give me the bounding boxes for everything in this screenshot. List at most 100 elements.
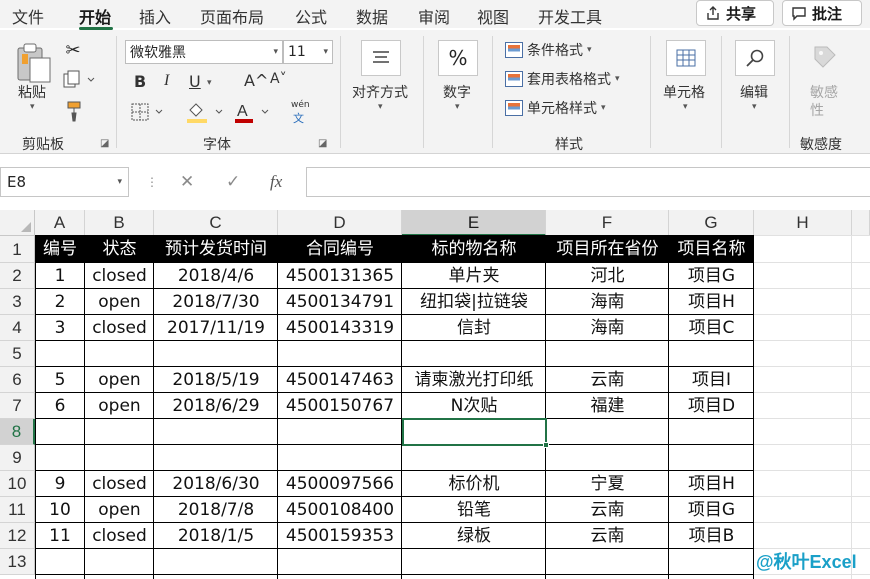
table-cell[interactable]: open [85, 289, 154, 315]
column-header-h[interactable]: H [754, 210, 852, 236]
table-cell[interactable] [35, 549, 85, 575]
table-cell[interactable]: 1 [35, 263, 85, 289]
table-cell[interactable] [546, 341, 669, 367]
table-cell[interactable]: 4500097566 [278, 471, 402, 497]
header-cell[interactable]: 项目所在省份 [546, 236, 669, 263]
table-cell[interactable]: 项目C [669, 315, 754, 341]
table-cell[interactable]: 标价机 [402, 471, 546, 497]
table-cell[interactable]: 6 [35, 393, 85, 419]
table-cell[interactable]: closed [85, 523, 154, 549]
table-cell[interactable]: 单片夹 [402, 263, 546, 289]
table-cell[interactable]: 4500134791 [278, 289, 402, 315]
table-cell[interactable]: 3 [35, 315, 85, 341]
editing-dropdown-icon[interactable]: ▾ [752, 102, 757, 112]
table-cell[interactable]: 2 [35, 289, 85, 315]
column-header-b[interactable]: B [85, 210, 154, 236]
table-cell[interactable] [669, 341, 754, 367]
comments-button[interactable]: 批注 [782, 0, 862, 26]
table-cell[interactable]: 2018/7/30 [154, 289, 278, 315]
table-cell[interactable]: open [85, 393, 154, 419]
format-painter-icon[interactable] [62, 100, 84, 122]
table-cell[interactable]: 海南 [546, 315, 669, 341]
column-header-g[interactable]: G [669, 210, 754, 236]
bold-button[interactable]: B [134, 72, 146, 91]
header-cell[interactable]: 状态 [85, 236, 154, 263]
table-cell[interactable] [154, 341, 278, 367]
table-cell[interactable] [278, 341, 402, 367]
table-cell[interactable]: 宁夏 [546, 471, 669, 497]
name-box[interactable]: E8 ▾ [0, 167, 129, 197]
fill-color-icon[interactable] [184, 100, 228, 124]
table-cell[interactable] [35, 341, 85, 367]
clipboard-launcher-icon[interactable]: ◪ [100, 138, 109, 149]
table-cell[interactable]: 铅笔 [402, 497, 546, 523]
table-cell[interactable]: 纽扣袋|拉链袋 [402, 289, 546, 315]
table-cell[interactable]: 10 [35, 497, 85, 523]
table-cell[interactable]: 2018/5/19 [154, 367, 278, 393]
cells-icon[interactable] [666, 40, 706, 76]
table-cell[interactable]: 2018/6/29 [154, 393, 278, 419]
table-cell[interactable]: 云南 [546, 523, 669, 549]
table-cell[interactable]: 2018/4/6 [154, 263, 278, 289]
table-cell[interactable] [669, 419, 754, 445]
cell-styles-button[interactable]: 单元格样式 ▾ [505, 98, 606, 118]
table-cell[interactable]: closed [85, 263, 154, 289]
row-header-1[interactable]: 1 [0, 236, 35, 263]
cells-label[interactable]: 单元格 [663, 82, 705, 102]
cancel-icon[interactable]: ✕ [180, 172, 194, 192]
tab-page-layout[interactable]: 页面布局 [200, 4, 264, 28]
alignment-dropdown-icon[interactable]: ▾ [378, 102, 383, 112]
table-cell[interactable] [85, 549, 154, 575]
table-cell[interactable]: 云南 [546, 497, 669, 523]
table-cell[interactable]: 项目G [669, 263, 754, 289]
table-cell[interactable]: 项目G [669, 497, 754, 523]
cells-dropdown-icon[interactable]: ▾ [683, 102, 688, 112]
table-cell[interactable]: 云南 [546, 367, 669, 393]
table-cell[interactable]: 请柬激光打印纸 [402, 367, 546, 393]
table-cell[interactable] [546, 549, 669, 575]
tab-home[interactable]: 开始 [79, 4, 111, 28]
table-cell[interactable]: N次贴 [402, 393, 546, 419]
number-dropdown-icon[interactable]: ▾ [455, 102, 460, 112]
column-header-d[interactable]: D [278, 210, 402, 236]
table-cell[interactable]: closed [85, 471, 154, 497]
row-header-5[interactable]: 5 [0, 341, 35, 367]
font-name-select[interactable]: 微软雅黑 ▾ [125, 40, 283, 64]
table-cell[interactable]: 5 [35, 367, 85, 393]
conditional-formatting-button[interactable]: 条件格式 ▾ [505, 40, 592, 60]
row-header-2[interactable]: 2 [0, 263, 35, 289]
alignment-icon[interactable] [361, 40, 401, 76]
row-header-9[interactable]: 9 [0, 445, 35, 471]
font-size-select[interactable]: 11 ▾ [283, 40, 333, 64]
editing-label[interactable]: 编辑 [740, 82, 768, 102]
table-cell[interactable]: 海南 [546, 289, 669, 315]
number-label[interactable]: 数字 [443, 82, 471, 102]
row-header-13[interactable]: 13 [0, 549, 35, 575]
table-cell[interactable]: 9 [35, 471, 85, 497]
borders-icon[interactable] [130, 102, 166, 122]
table-cell[interactable]: 2018/7/8 [154, 497, 278, 523]
fill-handle[interactable] [543, 442, 549, 448]
underline-dropdown-icon[interactable]: ▾ [207, 78, 212, 88]
table-cell[interactable]: 项目H [669, 289, 754, 315]
table-cell[interactable]: 2018/6/30 [154, 471, 278, 497]
table-cell[interactable] [85, 419, 154, 445]
table-cell[interactable]: open [85, 497, 154, 523]
table-cell[interactable]: 绿板 [402, 523, 546, 549]
row-header-3[interactable]: 3 [0, 289, 35, 315]
table-cell[interactable]: 河北 [546, 263, 669, 289]
row-header-6[interactable]: 6 [0, 367, 35, 393]
table-cell[interactable]: open [85, 367, 154, 393]
cut-icon[interactable]: ✂ [62, 40, 84, 61]
tab-insert[interactable]: 插入 [139, 4, 171, 28]
table-cell[interactable]: 项目B [669, 523, 754, 549]
table-cell[interactable]: closed [85, 315, 154, 341]
table-cell[interactable]: 福建 [546, 393, 669, 419]
table-cell[interactable]: 信封 [402, 315, 546, 341]
font-color-icon[interactable]: A [232, 100, 276, 124]
row-header-7[interactable]: 7 [0, 393, 35, 419]
select-all-corner[interactable] [0, 210, 35, 236]
format-as-table-button[interactable]: 套用表格格式 ▾ [505, 69, 620, 89]
tab-file[interactable]: 文件 [12, 4, 44, 28]
italic-button[interactable]: I [164, 72, 169, 90]
